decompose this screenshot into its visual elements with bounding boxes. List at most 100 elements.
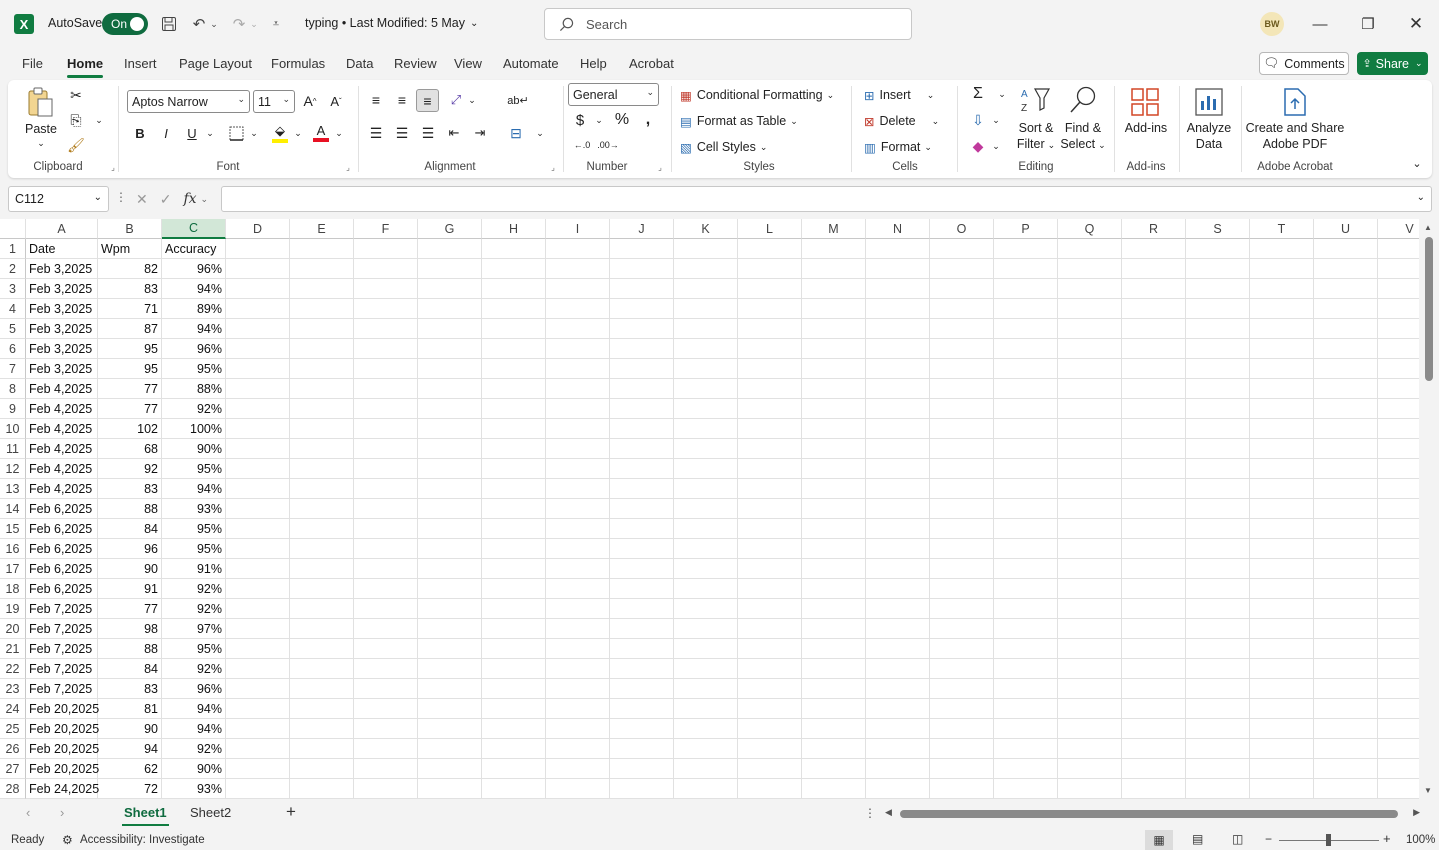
enter-icon[interactable]: ✓ [160,191,172,208]
cell-a18[interactable]: Feb 6,2025 [26,579,98,599]
cell-h3[interactable] [482,279,546,299]
cell-o17[interactable] [930,559,994,579]
cell-n23[interactable] [866,679,930,699]
restore-icon[interactable]: ❐ [1356,12,1380,36]
cell-k23[interactable] [674,679,738,699]
cell-s28[interactable] [1186,779,1250,799]
cell-m4[interactable] [802,299,866,319]
close-icon[interactable]: ✕ [1404,12,1428,36]
document-title[interactable]: typing • Last Modified: 5 May ⌄ [305,16,478,30]
cell-p5[interactable] [994,319,1058,339]
cell-b27[interactable]: 62 [98,759,162,779]
cell-m1[interactable] [802,239,866,259]
create-share-pdf-button[interactable]: Create and Share Adobe PDF [1246,120,1345,152]
cell-n11[interactable] [866,439,930,459]
cell-h4[interactable] [482,299,546,319]
cell-s26[interactable] [1186,739,1250,759]
cell-j14[interactable] [610,499,674,519]
cell-q7[interactable] [1058,359,1122,379]
cell-n2[interactable] [866,259,930,279]
cell-u2[interactable] [1314,259,1378,279]
cell-o13[interactable] [930,479,994,499]
cell-v22[interactable] [1378,659,1419,679]
column-header-l[interactable]: L [738,219,802,239]
cell-c8[interactable]: 88% [162,379,226,399]
cell-t6[interactable] [1250,339,1314,359]
cell-h2[interactable] [482,259,546,279]
cell-m7[interactable] [802,359,866,379]
cell-v25[interactable] [1378,719,1419,739]
cell-p8[interactable] [994,379,1058,399]
column-header-d[interactable]: D [226,219,290,239]
expand-formula-icon[interactable]: ⌄ [1417,192,1425,203]
cell-v14[interactable] [1378,499,1419,519]
cell-f19[interactable] [354,599,418,619]
cell-g3[interactable] [418,279,482,299]
cell-j11[interactable] [610,439,674,459]
cell-l2[interactable] [738,259,802,279]
cell-d23[interactable] [226,679,290,699]
cell-o11[interactable] [930,439,994,459]
sort-filter-button[interactable]: Sort & Filter ⌄ [1012,120,1060,153]
cell-l22[interactable] [738,659,802,679]
more-options-icon[interactable]: ⋮ [115,190,127,208]
cell-d25[interactable] [226,719,290,739]
cell-k14[interactable] [674,499,738,519]
cell-t27[interactable] [1250,759,1314,779]
cell-p11[interactable] [994,439,1058,459]
font-name-combo[interactable]: Aptos Narrow ⌄ [127,90,250,113]
cell-l23[interactable] [738,679,802,699]
cell-m24[interactable] [802,699,866,719]
cell-m3[interactable] [802,279,866,299]
page-break-view-icon[interactable]: ◫ [1232,832,1243,846]
cell-o3[interactable] [930,279,994,299]
column-header-s[interactable]: S [1186,219,1250,239]
cell-d26[interactable] [226,739,290,759]
scroll-right-icon[interactable]: ▶ [1413,807,1420,818]
cell-n26[interactable] [866,739,930,759]
formula-input[interactable]: ⌄ [221,186,1432,212]
cell-j10[interactable] [610,419,674,439]
cell-f17[interactable] [354,559,418,579]
cell-j13[interactable] [610,479,674,499]
tab-file[interactable]: File [22,56,43,71]
cell-d24[interactable] [226,699,290,719]
cell-s5[interactable] [1186,319,1250,339]
cell-r28[interactable] [1122,779,1186,799]
cell-q5[interactable] [1058,319,1122,339]
cell-a10[interactable]: Feb 4,2025 [26,419,98,439]
row-header[interactable]: 27 [0,759,26,779]
cell-q3[interactable] [1058,279,1122,299]
cell-u26[interactable] [1314,739,1378,759]
cell-c14[interactable]: 93% [162,499,226,519]
cell-e8[interactable] [290,379,354,399]
cell-l18[interactable] [738,579,802,599]
cell-v24[interactable] [1378,699,1419,719]
cell-l11[interactable] [738,439,802,459]
increase-indent-icon[interactable]: ⇥ [470,123,490,143]
cell-i1[interactable] [546,239,610,259]
cell-g28[interactable] [418,779,482,799]
cell-v9[interactable] [1378,399,1419,419]
cell-f21[interactable] [354,639,418,659]
cell-k7[interactable] [674,359,738,379]
cell-s9[interactable] [1186,399,1250,419]
cell-v5[interactable] [1378,319,1419,339]
cell-g16[interactable] [418,539,482,559]
cell-f28[interactable] [354,779,418,799]
cell-r23[interactable] [1122,679,1186,699]
cell-u5[interactable] [1314,319,1378,339]
cell-m27[interactable] [802,759,866,779]
align-left-icon[interactable]: ☰ [366,123,386,143]
cell-r20[interactable] [1122,619,1186,639]
cell-b18[interactable]: 91 [98,579,162,599]
row-header[interactable]: 14 [0,499,26,519]
cell-d16[interactable] [226,539,290,559]
avatar[interactable]: BW [1260,12,1284,36]
cell-q25[interactable] [1058,719,1122,739]
cell-i12[interactable] [546,459,610,479]
cell-m2[interactable] [802,259,866,279]
cell-g8[interactable] [418,379,482,399]
cell-v8[interactable] [1378,379,1419,399]
align-top-icon[interactable]: ≡ [366,90,386,110]
